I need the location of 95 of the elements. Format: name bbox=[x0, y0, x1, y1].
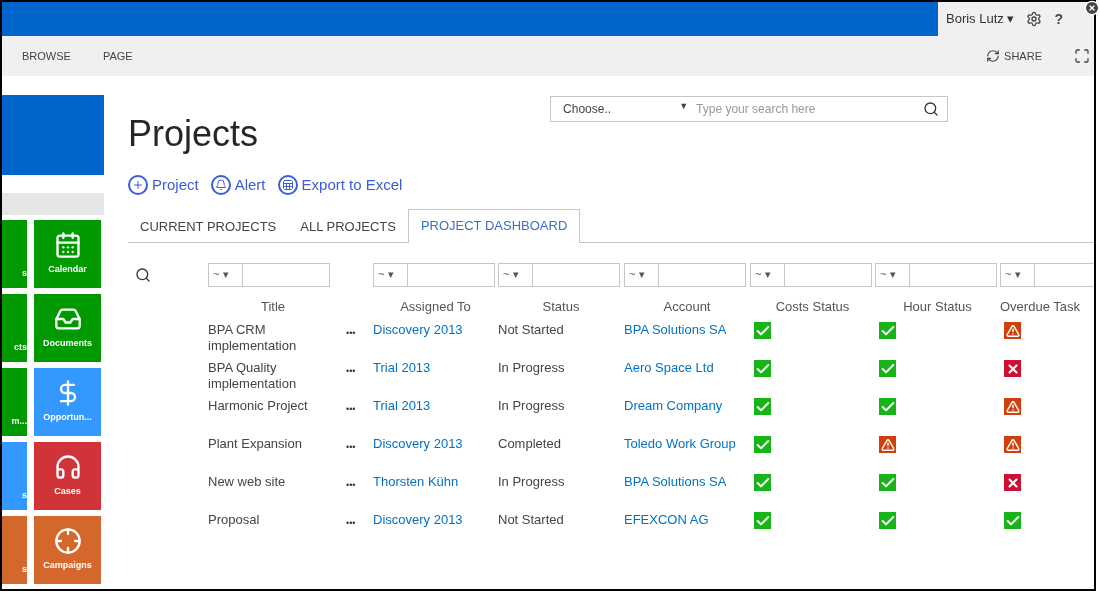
app-tile[interactable]: Calendar bbox=[34, 220, 101, 288]
row-menu-button[interactable]: ••• bbox=[338, 360, 373, 379]
settings-icon[interactable] bbox=[1026, 11, 1043, 27]
assigned-link[interactable]: Discovery 2013 bbox=[373, 436, 498, 452]
calendar-icon bbox=[53, 231, 82, 260]
check-status-icon bbox=[754, 436, 771, 453]
assigned-link[interactable]: Trial 2013 bbox=[373, 360, 498, 376]
warning-status-icon bbox=[879, 436, 896, 453]
sync-icon bbox=[986, 49, 1001, 63]
check-status-icon bbox=[879, 474, 896, 491]
search-box[interactable]: Choose.. ▼ Type your search here bbox=[550, 96, 949, 122]
check-status-icon bbox=[754, 360, 771, 377]
warning-status-icon bbox=[1004, 436, 1021, 453]
account-link[interactable]: Aero Space Ltd bbox=[624, 360, 750, 376]
warning-status-icon bbox=[1004, 322, 1021, 339]
action-link[interactable]: Export to Excel bbox=[277, 174, 403, 197]
column-header[interactable]: Assigned To bbox=[373, 296, 498, 316]
check-status-icon bbox=[1004, 512, 1021, 529]
check-status-icon bbox=[754, 322, 771, 339]
help-button[interactable]: ? bbox=[1054, 8, 1063, 30]
column-header[interactable]: Title bbox=[208, 296, 338, 316]
column-header[interactable]: Status bbox=[498, 296, 624, 316]
project-title: Harmonic Project bbox=[208, 398, 309, 414]
headset-icon bbox=[53, 453, 82, 482]
ribbon-tab[interactable]: PAGE bbox=[102, 47, 133, 65]
app-tile[interactable]: s bbox=[2, 220, 27, 288]
warning-status-icon bbox=[1004, 398, 1021, 415]
row-menu-button[interactable]: ••• bbox=[338, 436, 373, 455]
app-tile[interactable]: s bbox=[2, 516, 27, 584]
plus-icon bbox=[128, 175, 148, 196]
search-icon[interactable] bbox=[135, 266, 151, 283]
check-status-icon bbox=[879, 322, 896, 339]
row-menu-button[interactable]: ••• bbox=[338, 322, 373, 341]
column-header[interactable]: Costs Status bbox=[750, 296, 875, 316]
assigned-link[interactable]: Discovery 2013 bbox=[373, 322, 498, 338]
account-link[interactable]: EFEXCON AG bbox=[624, 512, 750, 528]
check-status-icon bbox=[754, 398, 771, 415]
action-link[interactable]: Alert bbox=[210, 174, 266, 197]
view-tab[interactable]: CURRENT PROJECTS bbox=[128, 211, 289, 242]
action-link[interactable]: Project bbox=[128, 174, 199, 197]
row-menu-button[interactable]: ••• bbox=[338, 398, 373, 417]
column-filter[interactable]: ~ ▾ bbox=[1000, 262, 1094, 287]
status-text: Not Started bbox=[498, 512, 565, 528]
app-tile[interactable]: Campaigns bbox=[34, 516, 101, 584]
target-icon bbox=[53, 527, 82, 556]
app-tile[interactable]: Cases bbox=[34, 442, 101, 510]
check-status-icon bbox=[879, 512, 896, 529]
column-header[interactable]: Hour Status bbox=[875, 296, 1000, 316]
app-tile[interactable]: m... bbox=[2, 368, 27, 436]
project-title: BPA CRM implementation bbox=[208, 322, 298, 354]
row-menu-button[interactable]: ••• bbox=[338, 512, 373, 531]
status-text: In Progress bbox=[498, 360, 566, 376]
account-link[interactable]: Dream Company bbox=[624, 398, 750, 414]
column-filter[interactable]: ~ ▾ bbox=[498, 262, 620, 287]
search-icon[interactable] bbox=[923, 101, 940, 117]
assigned-link[interactable]: Thorsten Kühn bbox=[373, 474, 498, 490]
account-link[interactable]: Toledo Work Group bbox=[624, 436, 750, 452]
share-button[interactable]: SHARE bbox=[986, 47, 1042, 65]
error-status-icon bbox=[1004, 360, 1021, 377]
column-filter[interactable]: ~ ▾ bbox=[208, 262, 330, 287]
account-link[interactable]: BPA Solutions SA bbox=[624, 322, 750, 338]
assigned-link[interactable]: Trial 2013 bbox=[373, 398, 498, 414]
row-menu-button[interactable]: ••• bbox=[338, 474, 373, 493]
scope-dropdown[interactable]: Choose.. ▼ bbox=[551, 100, 697, 118]
project-title: Plant Expansion bbox=[208, 436, 303, 452]
check-status-icon bbox=[879, 360, 896, 377]
page-title: Projects bbox=[128, 116, 259, 152]
status-text: In Progress bbox=[498, 398, 566, 414]
check-status-icon bbox=[879, 398, 896, 415]
status-text: In Progress bbox=[498, 474, 566, 490]
column-filter[interactable]: ~ ▾ bbox=[624, 262, 746, 287]
assigned-link[interactable]: Discovery 2013 bbox=[373, 512, 498, 528]
status-text: Not Started bbox=[498, 322, 565, 338]
view-tab[interactable]: ALL PROJECTS bbox=[288, 211, 408, 242]
spreadsheet-icon bbox=[277, 175, 298, 196]
project-title: BPA Quality implementation bbox=[208, 360, 298, 392]
column-filter[interactable]: ~ ▾ bbox=[373, 262, 495, 287]
app-tile[interactable]: cts bbox=[2, 294, 27, 362]
check-status-icon bbox=[754, 474, 771, 491]
user-menu[interactable]: Boris Lutz ▾ bbox=[946, 9, 1015, 29]
column-filter[interactable]: ~ ▾ bbox=[875, 262, 997, 287]
project-title: Proposal bbox=[208, 512, 261, 528]
column-filter[interactable]: ~ ▾ bbox=[750, 262, 872, 287]
account-link[interactable]: BPA Solutions SA bbox=[624, 474, 750, 490]
project-title: New web site bbox=[208, 474, 287, 490]
column-header[interactable]: Overdue Task bbox=[1000, 296, 1094, 316]
bell-icon bbox=[210, 175, 231, 196]
focus-icon[interactable] bbox=[1074, 48, 1090, 64]
error-status-icon bbox=[1004, 474, 1021, 491]
ribbon-tab[interactable]: BROWSE bbox=[22, 47, 71, 65]
status-text: Completed bbox=[498, 436, 562, 452]
app-tile[interactable]: Documents bbox=[34, 294, 101, 362]
column-header[interactable]: Account bbox=[624, 296, 750, 316]
view-tab[interactable]: PROJECT DASHBOARD bbox=[407, 208, 581, 243]
check-status-icon bbox=[754, 512, 771, 529]
